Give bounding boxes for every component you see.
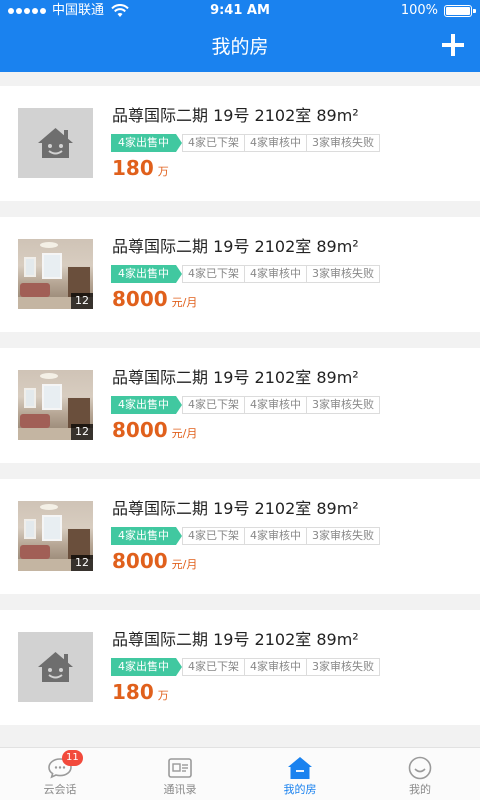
listing-card[interactable]: 品尊国际二期 19号 2102室 89m² 4家出售中 4家已下架 4家审核中 3家审… (0, 610, 480, 725)
tab-label: 通讯录 (163, 783, 197, 796)
status-tags: 4家出售中 4家已下架 4家审核中 3家审核失败 (111, 527, 380, 545)
listing-thumbnail (18, 108, 93, 178)
listing-card[interactable]: 品尊国际二期 19号 2102室 89m² 4家出售中 4家已下架 4家审核中 3家审… (0, 86, 480, 201)
tag-delisted: 4家已下架 (182, 658, 245, 676)
price-unit: 元/月 (171, 558, 198, 571)
listing-card[interactable]: 12 品尊国际二期 19号 2102室 89m² 4家出售中 4家已下架 4家审核中… (0, 479, 480, 594)
tag-delisted: 4家已下架 (182, 396, 245, 414)
tag-under-review: 4家审核中 (245, 134, 307, 152)
price-value: 8000 (112, 287, 168, 311)
listing-title: 品尊国际二期 19号 2102室 89m² (112, 237, 359, 256)
tag-delisted: 4家已下架 (182, 134, 245, 152)
status-tags: 4家出售中 4家已下架 4家审核中 3家审核失败 (111, 265, 380, 283)
room-window (24, 388, 36, 408)
tab-label: 云会话 (43, 783, 77, 796)
tag-on-sale: 4家出售中 (111, 658, 182, 676)
room-sofa (20, 545, 50, 559)
photo-count: 12 (71, 293, 93, 309)
listing-thumbnail (18, 632, 93, 702)
listing-thumbnail: 12 (18, 239, 93, 309)
tag-on-sale: 4家出售中 (111, 265, 182, 283)
status-tags: 4家出售中 4家已下架 4家审核中 3家审核失败 (111, 396, 380, 414)
listing-price: 180 万 (112, 678, 169, 706)
tag-delisted: 4家已下架 (182, 527, 245, 545)
tag-review-failed: 3家审核失败 (307, 134, 380, 152)
price-value: 180 (112, 680, 154, 704)
listing-thumbnail: 12 (18, 370, 93, 440)
contact-card-icon (168, 758, 192, 778)
status-tags: 4家出售中 4家已下架 4家审核中 3家审核失败 (111, 658, 380, 676)
ceiling-lamp (40, 242, 58, 248)
tag-on-sale: 4家出售中 (111, 134, 182, 152)
price-unit: 万 (157, 165, 169, 178)
house-icon (288, 757, 312, 779)
listing-price: 8000 元/月 (112, 547, 197, 575)
tag-under-review: 4家审核中 (245, 396, 307, 414)
tab-label: 我的 (409, 783, 431, 796)
tab-label: 我的房 (283, 783, 317, 796)
tag-review-failed: 3家审核失败 (307, 396, 380, 414)
tab-me[interactable]: 我的 (360, 748, 480, 800)
unread-badge: 11 (62, 750, 83, 766)
tab-chat[interactable]: 云会话 11 (0, 748, 120, 800)
room-window (24, 257, 36, 277)
listing-price: 180 万 (112, 154, 169, 182)
ceiling-lamp (40, 504, 58, 510)
listing-thumbnail: 12 (18, 501, 93, 571)
room-sofa (20, 414, 50, 428)
status-tags: 4家出售中 4家已下架 4家审核中 3家审核失败 (111, 134, 380, 152)
tag-under-review: 4家审核中 (245, 527, 307, 545)
listing-title: 品尊国际二期 19号 2102室 89m² (112, 368, 359, 387)
tag-under-review: 4家审核中 (245, 265, 307, 283)
tag-review-failed: 3家审核失败 (307, 265, 380, 283)
app-screen: 中国联通 9:41 AM 100% 我的房 品尊国际二期 19号 2102室 8… (0, 0, 480, 800)
tab-my-houses[interactable]: 我的房 (240, 748, 360, 800)
room-window (42, 384, 62, 410)
photo-count: 12 (71, 555, 93, 571)
listing-title: 品尊国际二期 19号 2102室 89m² (112, 106, 359, 125)
ceiling-lamp (40, 373, 58, 379)
smiley-icon (408, 756, 432, 780)
tag-on-sale: 4家出售中 (111, 527, 182, 545)
room-window (42, 253, 62, 279)
tag-delisted: 4家已下架 (182, 265, 245, 283)
listing-title: 品尊国际二期 19号 2102室 89m² (112, 630, 359, 649)
room-window (24, 519, 36, 539)
tag-review-failed: 3家审核失败 (307, 527, 380, 545)
price-value: 8000 (112, 549, 168, 573)
listing-card[interactable]: 12 品尊国际二期 19号 2102室 89m² 4家出售中 4家已下架 4家审核中… (0, 348, 480, 463)
price-value: 8000 (112, 418, 168, 442)
house-placeholder-icon (38, 128, 73, 158)
price-unit: 万 (157, 689, 169, 702)
tab-contacts[interactable]: 通讯录 (120, 748, 240, 800)
tag-review-failed: 3家审核失败 (307, 658, 380, 676)
tab-bar: 云会话 11 通讯录 我的房 我的 (0, 747, 480, 800)
price-unit: 元/月 (171, 427, 198, 440)
price-unit: 元/月 (171, 296, 198, 309)
photo-count: 12 (71, 424, 93, 440)
listing-card[interactable]: 12 品尊国际二期 19号 2102室 89m² 4家出售中 4家已下架 4家审核中… (0, 217, 480, 332)
listing-title: 品尊国际二期 19号 2102室 89m² (112, 499, 359, 518)
listing-price: 8000 元/月 (112, 285, 197, 313)
tag-under-review: 4家审核中 (245, 658, 307, 676)
house-placeholder-icon (38, 652, 73, 682)
listing-list: 品尊国际二期 19号 2102室 89m² 4家出售中 4家已下架 4家审核中 3家审… (0, 0, 480, 800)
price-value: 180 (112, 156, 154, 180)
tag-on-sale: 4家出售中 (111, 396, 182, 414)
room-sofa (20, 283, 50, 297)
listing-price: 8000 元/月 (112, 416, 197, 444)
room-window (42, 515, 62, 541)
